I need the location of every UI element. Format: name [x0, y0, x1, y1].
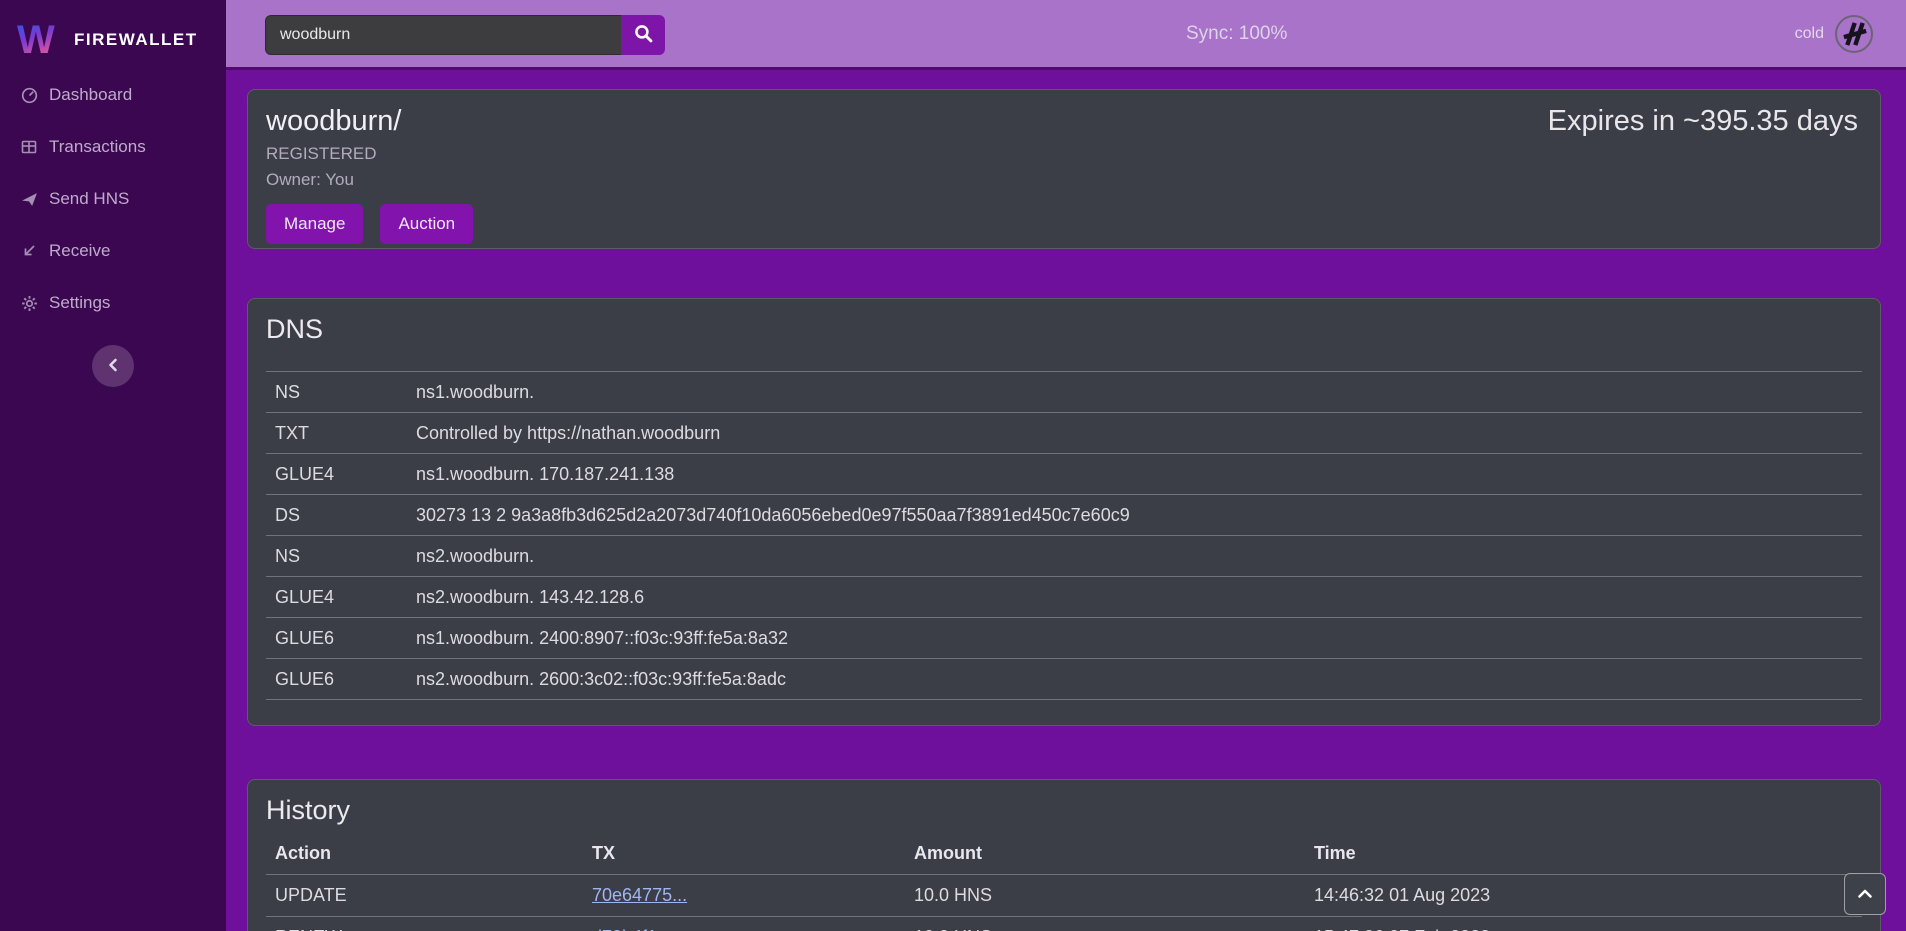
dns-table: NS ns1.woodburn. TXT Controlled by https… — [266, 371, 1862, 700]
dns-record-row: GLUE4 ns2.woodburn. 143.42.128.6 — [266, 576, 1862, 617]
history-amount: 10.0 HNS — [905, 916, 1305, 931]
history-time: 14:46:32 01 Aug 2023 — [1305, 874, 1862, 916]
app-window: W FIREWALLET Dashboard Transactions — [0, 0, 1906, 931]
dns-record-type: NS — [266, 546, 416, 567]
search-button[interactable] — [621, 15, 665, 55]
domain-actions: Manage Auction — [266, 204, 473, 244]
domain-expires: Expires in ~395.35 days — [1548, 105, 1858, 248]
receive-icon — [20, 242, 38, 260]
dns-record-row: GLUE4 ns1.woodburn. 170.187.241.138 — [266, 453, 1862, 494]
sidebar-item-dashboard[interactable]: Dashboard — [0, 83, 226, 107]
dashboard-icon — [20, 86, 38, 104]
sidebar-collapse-button[interactable] — [92, 345, 134, 387]
dns-record-value: 30273 13 2 9a3a8fb3d625d2a2073d740f10da6… — [416, 505, 1862, 526]
search-icon — [634, 24, 653, 46]
domain-owner: Owner: You — [266, 168, 473, 191]
sidebar-item-settings[interactable]: Settings — [0, 291, 226, 315]
dns-record-row: GLUE6 ns1.woodburn. 2400:8907::f03c:93ff… — [266, 617, 1862, 658]
sync-status: Sync: 100% — [1186, 0, 1287, 67]
sidebar-item-transactions[interactable]: Transactions — [0, 135, 226, 159]
dns-record-type: GLUE6 — [266, 669, 416, 690]
history-amount: 10.0 HNS — [905, 874, 1305, 916]
dns-record-row: GLUE6 ns2.woodburn. 2600:3c02::f03c:93ff… — [266, 658, 1862, 699]
dns-record-type: GLUE4 — [266, 587, 416, 608]
gear-icon — [20, 294, 38, 312]
search-group — [265, 15, 665, 55]
history-time: 15:47:36 07 Feb 2023 — [1305, 916, 1862, 931]
topbar: Sync: 100% cold — [226, 0, 1906, 70]
history-col-time: Time — [1305, 834, 1862, 874]
history-col-amount: Amount — [905, 834, 1305, 874]
dns-record-type: GLUE6 — [266, 628, 416, 649]
history-col-action: Action — [266, 834, 583, 874]
sidebar-item-label: Receive — [49, 241, 110, 261]
auction-button[interactable]: Auction — [380, 204, 473, 244]
dns-record-value: ns2.woodburn. — [416, 546, 1862, 567]
dns-record-type: DS — [266, 505, 416, 526]
sidebar-item-label: Dashboard — [49, 85, 132, 105]
dns-record-row: DS 30273 13 2 9a3a8fb3d625d2a2073d740f10… — [266, 494, 1862, 535]
dns-record-row: NS ns2.woodburn. — [266, 535, 1862, 576]
wallet-name-label: cold — [1795, 0, 1824, 67]
search-input[interactable] — [265, 15, 621, 55]
firewallet-w-logo-icon: W — [16, 15, 62, 66]
history-card: History Action TX Amount Time UPDATE — [247, 779, 1881, 931]
dns-record-value: ns1.woodburn. 170.187.241.138 — [416, 464, 1862, 485]
dns-record-row: NS ns1.woodburn. — [266, 371, 1862, 412]
dns-record-type: GLUE4 — [266, 464, 416, 485]
chevron-left-icon — [107, 358, 119, 375]
page-content: woodburn/ REGISTERED Owner: You Manage A… — [226, 70, 1906, 931]
brand-name: FIREWALLET — [74, 30, 198, 50]
dns-card: DNS NS ns1.woodburn. TXT Controlled by h… — [247, 298, 1881, 726]
send-icon — [20, 190, 38, 208]
sidebar-item-label: Transactions — [49, 137, 146, 157]
dns-record-value: Controlled by https://nathan.woodburn — [416, 423, 1862, 444]
tx-link[interactable]: d73b4f1... — [592, 927, 672, 931]
dns-record-row: TXT Controlled by https://nathan.woodbur… — [266, 412, 1862, 453]
sidebar-item-label: Settings — [49, 293, 110, 313]
sidebar-nav: Dashboard Transactions Send HNS Receive — [0, 83, 226, 315]
manage-button[interactable]: Manage — [266, 204, 363, 244]
sidebar: W FIREWALLET Dashboard Transactions — [0, 0, 226, 931]
history-action: UPDATE — [266, 874, 583, 916]
domain-card: woodburn/ REGISTERED Owner: You Manage A… — [247, 89, 1881, 249]
dns-record-type: TXT — [266, 423, 416, 444]
history-table: Action TX Amount Time UPDATE 70e64775...… — [266, 834, 1862, 931]
domain-card-left: woodburn/ REGISTERED Owner: You Manage A… — [266, 103, 473, 248]
sidebar-item-receive[interactable]: Receive — [0, 239, 226, 263]
sidebar-item-send-hns[interactable]: Send HNS — [0, 187, 226, 211]
brand-header: W FIREWALLET — [0, 0, 226, 70]
handshake-logo-icon[interactable] — [1834, 14, 1874, 54]
sidebar-item-label: Send HNS — [49, 189, 129, 209]
dns-record-value: ns1.woodburn. 2400:8907::f03c:93ff:fe5a:… — [416, 628, 1862, 649]
history-action: RENEW — [266, 916, 583, 931]
dns-card-title: DNS — [266, 313, 1862, 346]
history-row: UPDATE 70e64775... 10.0 HNS 14:46:32 01 … — [266, 874, 1862, 916]
history-header-row: Action TX Amount Time — [266, 834, 1862, 874]
chevron-up-icon — [1857, 887, 1873, 902]
svg-text:W: W — [17, 18, 55, 61]
scroll-to-top-button[interactable] — [1844, 873, 1886, 915]
history-card-title: History — [266, 794, 1862, 827]
dns-record-type: NS — [266, 382, 416, 403]
domain-name-title: woodburn/ — [266, 103, 473, 139]
tx-link[interactable]: 70e64775... — [592, 885, 687, 905]
dns-record-value: ns2.woodburn. 2600:3c02::f03c:93ff:fe5a:… — [416, 669, 1862, 690]
history-col-tx: TX — [583, 834, 905, 874]
main-column: Sync: 100% cold woodburn/ REGISTERE — [226, 0, 1906, 931]
history-row: RENEW d73b4f1... 10.0 HNS 15:47:36 07 Fe… — [266, 916, 1862, 931]
dns-record-value: ns2.woodburn. 143.42.128.6 — [416, 587, 1862, 608]
dns-record-value: ns1.woodburn. — [416, 382, 1862, 403]
transactions-icon — [20, 138, 38, 156]
domain-status: REGISTERED — [266, 142, 473, 165]
